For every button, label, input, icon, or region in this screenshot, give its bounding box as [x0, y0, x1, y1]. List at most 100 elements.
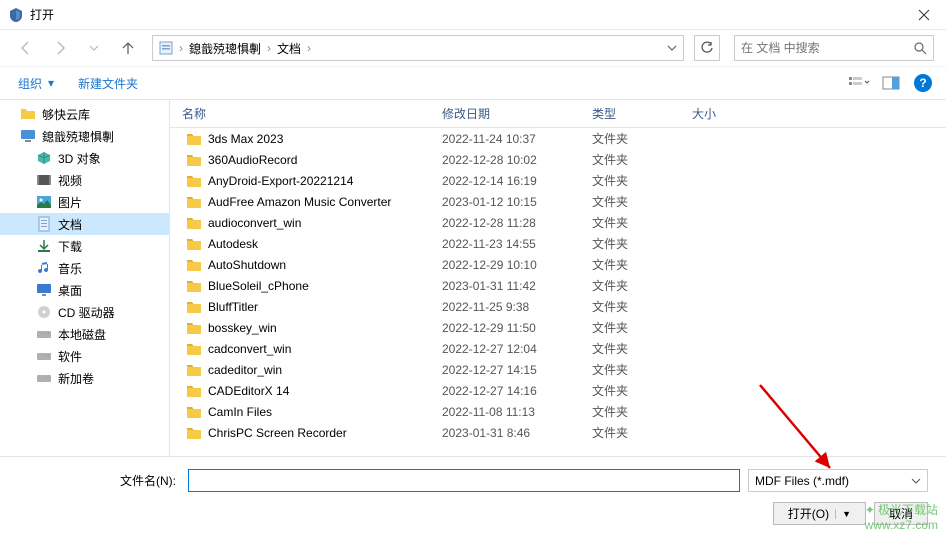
main-area: 够快云库鎴戠殑璁惧剸3D 对象视频图片文档下载音乐桌面CD 驱动器本地磁盘软件新… [0, 100, 946, 456]
file-date: 2022-11-23 14:55 [430, 237, 580, 251]
folder-icon [186, 363, 202, 377]
column-size[interactable]: 大小 [680, 105, 760, 122]
file-type: 文件夹 [580, 298, 680, 315]
file-row[interactable]: ChrisPC Screen Recorder 2023-01-31 8:46文件… [170, 422, 946, 443]
folder-icon [186, 300, 202, 314]
nav-row: › 鎴戠殑璁惧剸 › 文档 › [0, 30, 946, 66]
chevron-right-icon[interactable]: › [177, 41, 185, 55]
column-type[interactable]: 类型 [580, 105, 680, 122]
file-row[interactable]: bosskey_win2022-12-29 11:50文件夹 [170, 317, 946, 338]
file-row[interactable]: Autodesk2022-11-23 14:55文件夹 [170, 233, 946, 254]
file-date: 2022-12-28 10:02 [430, 153, 580, 167]
close-button[interactable] [901, 0, 946, 30]
sidebar-item-11[interactable]: 软件 [0, 345, 169, 367]
file-type: 文件夹 [580, 340, 680, 357]
column-name[interactable]: 名称 [170, 105, 430, 122]
search-input[interactable] [735, 41, 907, 55]
file-list: 名称 修改日期 类型 大小 3ds Max 2023 2022-11-24 10:… [170, 100, 946, 456]
recent-dropdown[interactable] [80, 35, 108, 61]
desktop-icon [36, 282, 52, 298]
file-name: BluffTitler [208, 300, 258, 314]
open-dropdown-icon[interactable]: ▼ [835, 509, 851, 519]
organize-menu[interactable]: 组织 [14, 71, 46, 96]
file-row[interactable]: AutoShutdown2022-12-29 10:10文件夹 [170, 254, 946, 275]
file-list-body: 3ds Max 20232022-11-24 10:37文件夹360AudioR… [170, 128, 946, 456]
file-row[interactable]: cadconvert_win2022-12-27 12:04文件夹 [170, 338, 946, 359]
help-button[interactable]: ? [914, 74, 932, 92]
address-bar[interactable]: › 鎴戠殑璁惧剸 › 文档 › [152, 35, 684, 61]
sidebar-item-10[interactable]: 本地磁盘 [0, 323, 169, 345]
chevron-down-icon[interactable]: ▾ [48, 76, 54, 90]
file-type: 文件夹 [580, 130, 680, 147]
file-row[interactable]: AudFree Amazon Music Converter2023-01-12… [170, 191, 946, 212]
sidebar: 够快云库鎴戠殑璁惧剸3D 对象视频图片文档下载音乐桌面CD 驱动器本地磁盘软件新… [0, 100, 170, 456]
sidebar-item-7[interactable]: 音乐 [0, 257, 169, 279]
file-name: AnyDroid-Export-20221214 [208, 174, 353, 188]
sidebar-item-5[interactable]: 文档 [0, 213, 169, 235]
file-row[interactable]: CamIn Files2022-11-08 11:13文件夹 [170, 401, 946, 422]
filetype-select[interactable]: MDF Files (*.mdf) [748, 469, 928, 492]
filename-input[interactable] [188, 469, 740, 492]
cd-icon [36, 304, 52, 320]
folder-icon [186, 153, 202, 167]
sidebar-item-1[interactable]: 鎴戠殑璁惧剸 [0, 125, 169, 147]
file-row[interactable]: BlueSoleil_cPhone2023-01-31 11:42文件夹 [170, 275, 946, 296]
folder-icon [186, 405, 202, 419]
file-name: cadeditor_win [208, 363, 282, 377]
sidebar-item-9[interactable]: CD 驱动器 [0, 301, 169, 323]
folder-icon [186, 279, 202, 293]
file-type: 文件夹 [580, 424, 680, 441]
folder-icon [186, 174, 202, 188]
forward-button[interactable] [46, 35, 74, 61]
chevron-right-icon[interactable]: › [305, 41, 313, 55]
bottom-panel: 文件名(N): MDF Files (*.mdf) 打开(O) ▼ 取消 [0, 456, 946, 539]
file-type: 文件夹 [580, 403, 680, 420]
download-icon [36, 238, 52, 254]
preview-pane-button[interactable] [876, 70, 906, 96]
sidebar-item-4[interactable]: 图片 [0, 191, 169, 213]
file-row[interactable]: CADEditorX 142022-12-27 14:16文件夹 [170, 380, 946, 401]
disk-icon [36, 348, 52, 364]
sidebar-item-6[interactable]: 下载 [0, 235, 169, 257]
sidebar-item-8[interactable]: 桌面 [0, 279, 169, 301]
column-headers: 名称 修改日期 类型 大小 [170, 100, 946, 128]
sidebar-item-3[interactable]: 视频 [0, 169, 169, 191]
file-name: ChrisPC Screen Recorder [208, 426, 347, 440]
search-box[interactable] [734, 35, 934, 61]
folder-icon [186, 321, 202, 335]
file-date: 2022-11-24 10:37 [430, 132, 580, 146]
sidebar-item-0[interactable]: 够快云库 [0, 103, 169, 125]
file-type: 文件夹 [580, 214, 680, 231]
file-row[interactable]: cadeditor_win2022-12-27 14:15文件夹 [170, 359, 946, 380]
toolbar: 组织 ▾ 新建文件夹 ? [0, 66, 946, 100]
file-name: AutoShutdown [208, 258, 286, 272]
folder-icon [186, 216, 202, 230]
chevron-right-icon[interactable]: › [265, 41, 273, 55]
sidebar-item-12[interactable]: 新加卷 [0, 367, 169, 389]
file-row[interactable]: BluffTitler2022-11-25 9:38文件夹 [170, 296, 946, 317]
view-options-button[interactable] [844, 70, 874, 96]
sidebar-item-2[interactable]: 3D 对象 [0, 147, 169, 169]
up-button[interactable] [114, 35, 142, 61]
file-row[interactable]: 360AudioRecord2022-12-28 10:02文件夹 [170, 149, 946, 170]
file-date: 2023-01-31 8:46 [430, 426, 580, 440]
file-row[interactable]: 3ds Max 2023 2022-11-24 10:37文件夹 [170, 128, 946, 149]
app-icon [8, 7, 24, 23]
column-date[interactable]: 修改日期 [430, 105, 580, 122]
file-name: Autodesk [208, 237, 258, 251]
file-row[interactable]: audioconvert_win2022-12-28 11:28文件夹 [170, 212, 946, 233]
back-button[interactable] [12, 35, 40, 61]
search-icon[interactable] [907, 36, 933, 60]
open-button[interactable]: 打开(O) ▼ [773, 502, 866, 525]
address-history-dropdown[interactable] [661, 36, 683, 60]
file-date: 2023-01-12 10:15 [430, 195, 580, 209]
file-date: 2022-11-08 11:13 [430, 405, 580, 419]
refresh-button[interactable] [694, 35, 720, 61]
file-type: 文件夹 [580, 361, 680, 378]
file-date: 2022-12-27 12:04 [430, 342, 580, 356]
new-folder-button[interactable]: 新建文件夹 [74, 71, 142, 96]
file-name: 3ds Max 2023 [208, 132, 283, 146]
breadcrumb-segment[interactable]: 文档 [273, 36, 305, 60]
file-row[interactable]: AnyDroid-Export-202212142022-12-14 16:19… [170, 170, 946, 191]
breadcrumb-segment[interactable]: 鎴戠殑璁惧剸 [185, 36, 265, 60]
